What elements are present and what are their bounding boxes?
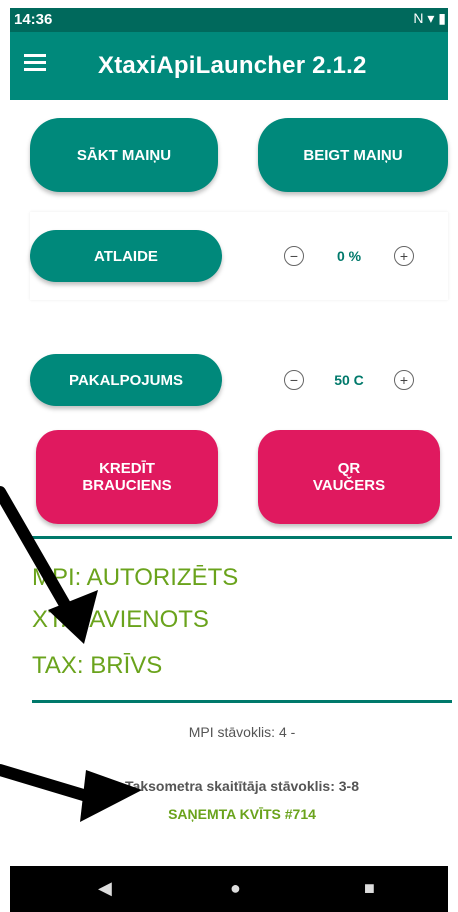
arrow-icon-lower xyxy=(0,764,142,822)
annotation-arrows xyxy=(0,486,142,822)
arrow-icon-upper xyxy=(0,486,98,644)
